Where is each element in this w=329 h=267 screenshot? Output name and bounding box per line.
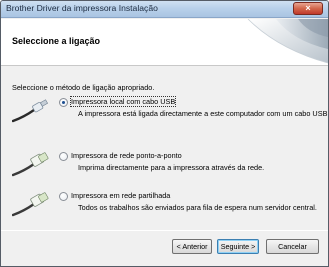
option-usb-label[interactable]: Impressora local com cabo USB bbox=[69, 96, 177, 107]
wizard-content: Seleccione o método de ligação apropriad… bbox=[1, 67, 328, 225]
option-shared-network[interactable]: Impressora em rede partilhada Todos os t… bbox=[1, 190, 328, 224]
next-button[interactable]: Seguinte > bbox=[217, 239, 259, 254]
instruction-text: Seleccione o método de ligação apropriad… bbox=[12, 83, 155, 92]
option-peer-to-peer-description: Imprima directamente para a impressora a… bbox=[78, 163, 265, 172]
radio-peer-to-peer[interactable] bbox=[59, 152, 68, 161]
title-bar[interactable]: Brother Driver da impressora Instalação … bbox=[1, 1, 328, 18]
back-button[interactable]: < Anterior bbox=[172, 239, 212, 254]
option-shared-network-description: Todos os trabalhos são enviados para fil… bbox=[78, 203, 317, 212]
option-peer-to-peer[interactable]: Impressora de rede ponto-a-ponto Imprima… bbox=[1, 150, 328, 184]
decorative-swoosh-icon bbox=[247, 19, 328, 64]
option-usb-description: A impressora está ligada directamente a … bbox=[78, 109, 329, 118]
radio-usb[interactable] bbox=[59, 98, 68, 107]
footer-divider bbox=[1, 230, 328, 231]
window-title: Brother Driver da impressora Instalação bbox=[6, 3, 158, 13]
page-title: Seleccione a ligação bbox=[12, 36, 101, 46]
option-peer-to-peer-label[interactable]: Impressora de rede ponto-a-ponto bbox=[71, 151, 182, 160]
option-shared-network-label[interactable]: Impressora em rede partilhada bbox=[71, 191, 170, 200]
option-usb[interactable]: Impressora local com cabo USB A impresso… bbox=[1, 96, 328, 130]
wizard-header: Seleccione a ligação bbox=[1, 19, 328, 66]
usb-cable-icon bbox=[12, 99, 49, 123]
network-cable-icon bbox=[12, 152, 49, 177]
close-button[interactable]: × bbox=[293, 2, 323, 15]
close-icon: × bbox=[305, 3, 311, 13]
cancel-button[interactable]: Cancelar bbox=[266, 239, 319, 254]
radio-shared-network[interactable] bbox=[59, 192, 68, 201]
installer-window: Brother Driver da impressora Instalação … bbox=[0, 0, 329, 267]
network-cable-icon bbox=[12, 192, 49, 217]
